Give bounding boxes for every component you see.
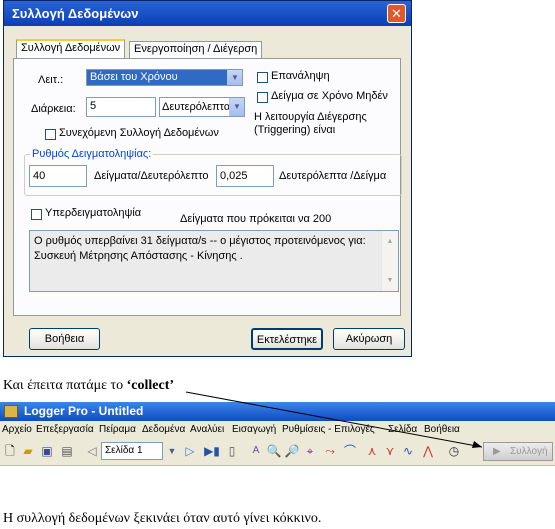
arrow-line [185,391,483,448]
arrow-head [472,441,482,448]
pointer-arrow [185,391,483,448]
caption-collection-starts: Η συλλογή δεδομένων ξεκινάει όταν αυτό γ… [3,511,322,526]
